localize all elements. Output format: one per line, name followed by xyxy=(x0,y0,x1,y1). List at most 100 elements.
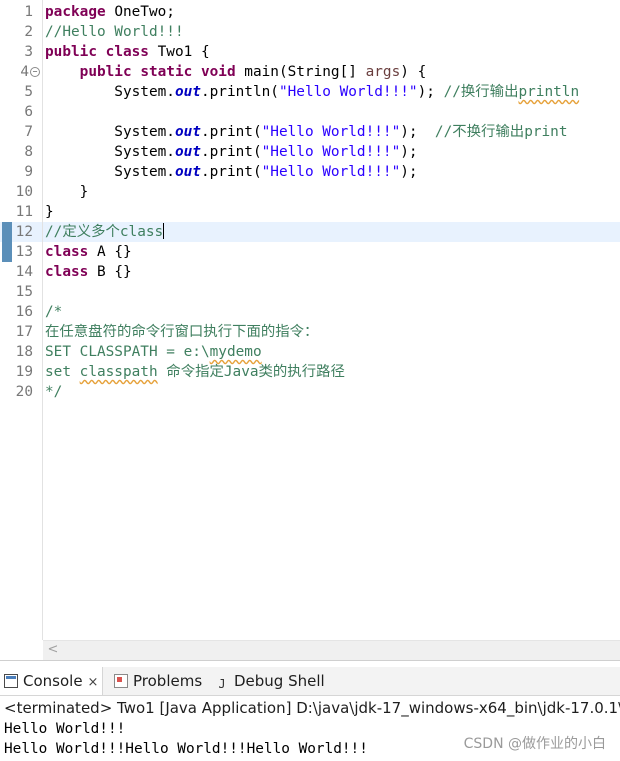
code-line[interactable]: class A {} xyxy=(43,242,620,262)
line-number-text: 18 xyxy=(15,344,33,360)
code-token: System. xyxy=(45,84,175,100)
code-line[interactable]: class B {} xyxy=(43,262,620,282)
code-token: SET CLASSPATH = e:\ xyxy=(45,344,210,360)
line-number-text: 1 xyxy=(24,4,33,20)
code-token: } xyxy=(45,184,89,200)
code-line[interactable]: //Hello World!!! xyxy=(43,22,620,42)
code-token: OneTwo; xyxy=(105,4,175,20)
code-token: out xyxy=(174,164,201,180)
code-token: ) { xyxy=(400,64,427,80)
tab-debug-shell-label: Debug Shell xyxy=(234,672,325,690)
line-number: 12 xyxy=(0,222,42,242)
line-number: 16 xyxy=(0,302,42,322)
line-number-text: 5 xyxy=(24,84,33,100)
code-line[interactable]: System.out.println("Hello World!!!"); //… xyxy=(43,82,620,102)
code-area[interactable]: package OneTwo; //Hello World!!! public cl… xyxy=(43,0,620,640)
tab-console[interactable]: Console × xyxy=(0,667,104,695)
code-token: System. xyxy=(45,164,175,180)
line-number-text: 11 xyxy=(15,204,33,220)
code-editor[interactable]: 1 2 3 4−5 6 7 8 9 10 11 12 13 14 15 16 17 18 19 20 package… xyxy=(0,0,620,660)
code-line[interactable]: public static void main(String[] args) { xyxy=(43,62,620,82)
scroll-left-arrow-icon[interactable]: < xyxy=(45,642,61,658)
code-token: public xyxy=(79,64,132,80)
line-number-text: 7 xyxy=(24,124,33,140)
code-token: ); xyxy=(400,144,418,160)
code-token: 在任意盘符的命令行窗口执行下面的指令： xyxy=(45,324,319,340)
code-line[interactable]: package OneTwo; xyxy=(43,2,620,22)
line-number: 2 xyxy=(0,22,42,42)
code-token: class xyxy=(105,44,149,60)
code-line[interactable]: //定义多个class xyxy=(43,222,620,242)
code-token: .print( xyxy=(200,144,262,160)
tab-problems-label: Problems xyxy=(133,672,203,690)
line-number-text: 4 xyxy=(20,64,29,80)
code-token: out xyxy=(174,84,201,100)
line-number-text: 6 xyxy=(24,104,33,120)
code-token: set xyxy=(45,364,80,380)
line-number: 19 xyxy=(0,362,42,382)
code-token: class xyxy=(45,264,89,280)
line-number: 10 xyxy=(0,182,42,202)
line-number: 8 xyxy=(0,142,42,162)
code-token: .print( xyxy=(200,164,262,180)
console-output-line: Hello World!!! xyxy=(4,721,126,737)
problems-icon xyxy=(114,674,128,688)
line-number-text: 12 xyxy=(15,224,33,240)
code-token: 命令指定Java类的执行路径 xyxy=(157,364,345,380)
line-number: 9 xyxy=(0,162,42,182)
code-line[interactable]: public class Two1 { xyxy=(43,42,620,62)
code-line[interactable] xyxy=(43,102,620,122)
close-icon[interactable]: × xyxy=(88,675,99,690)
code-token: ); xyxy=(400,164,418,180)
code-token: .println( xyxy=(200,84,279,100)
tab-problems[interactable]: Problems xyxy=(110,667,206,695)
bottom-view-panel: Console × Problems J Debug Shell <terminat… xyxy=(0,660,620,761)
console-status-header: <terminated> Two1 [Java Application] D:\… xyxy=(4,699,620,717)
code-line[interactable]: set classpath 命令指定Java类的执行路径 xyxy=(43,362,620,382)
code-line[interactable]: */ xyxy=(43,382,620,402)
code-line[interactable] xyxy=(43,282,620,302)
code-line[interactable]: } xyxy=(43,182,620,202)
code-line[interactable]: System.out.print("Hello World!!!"); xyxy=(43,162,620,182)
code-token: /* xyxy=(45,304,63,320)
change-marker xyxy=(2,242,12,262)
code-token: void xyxy=(200,64,236,80)
line-number-text: 14 xyxy=(15,264,33,280)
code-line[interactable]: 在任意盘符的命令行窗口执行下面的指令： xyxy=(43,322,620,342)
line-number-text: 3 xyxy=(24,44,33,60)
code-token: //定义多个class xyxy=(45,224,164,240)
code-token: B {} xyxy=(88,264,132,280)
line-number: 15 xyxy=(0,282,42,302)
code-token: ); xyxy=(417,84,444,100)
code-token: "Hello World!!!" xyxy=(261,164,401,180)
watermark: CSDN @做作业的小白 xyxy=(463,736,606,752)
code-token: } xyxy=(45,204,54,220)
line-number-text: 2 xyxy=(24,24,33,40)
line-number: 1 xyxy=(0,2,42,22)
code-token: //Hello World!!! xyxy=(45,24,184,40)
code-line[interactable]: SET CLASSPATH = e:\mydemo xyxy=(43,342,620,362)
line-number-text: 19 xyxy=(15,364,33,380)
code-token: .print( xyxy=(200,124,262,140)
code-line[interactable]: System.out.print("Hello World!!!"); xyxy=(43,142,620,162)
tab-debug-shell[interactable]: J Debug Shell xyxy=(211,667,329,695)
code-token: "Hello World!!!" xyxy=(261,124,401,140)
line-number-gutter: 1 2 3 4−5 6 7 8 9 10 11 12 13 14 15 16 17 18 19 20 xyxy=(0,0,43,640)
line-number-text: 9 xyxy=(24,164,33,180)
spellcheck-word: mydemo xyxy=(209,344,262,360)
fold-collapse-icon[interactable]: − xyxy=(30,67,40,77)
code-token: A {} xyxy=(88,244,132,260)
code-token: static xyxy=(140,64,193,80)
code-token: //不换行输出print xyxy=(434,124,568,140)
code-line[interactable]: } xyxy=(43,202,620,222)
code-token: package xyxy=(45,4,106,20)
code-line[interactable]: /* xyxy=(43,302,620,322)
code-token: public xyxy=(45,44,97,60)
code-line[interactable]: System.out.print("Hello World!!!"); //不换… xyxy=(43,122,620,142)
spellcheck-word: classpath xyxy=(79,364,158,380)
horizontal-scrollbar[interactable]: < xyxy=(43,640,620,660)
code-token: Two1 { xyxy=(148,44,210,60)
